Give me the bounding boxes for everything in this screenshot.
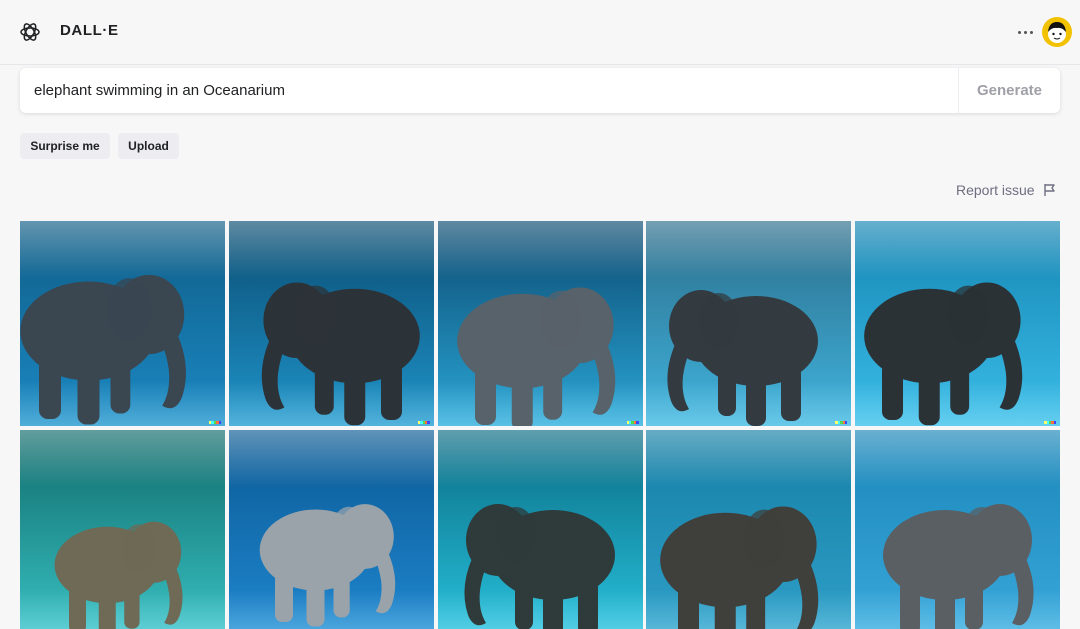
elephant-shape [900,580,921,629]
elephant-illustration [20,274,186,425]
user-avatar[interactable] [1042,17,1072,47]
dalle-watermark [1044,421,1057,424]
more-options-button[interactable] [1014,22,1036,42]
app-title: DALL·E [60,22,119,39]
report-issue-link[interactable]: Report issue [956,180,1057,200]
elephant-shape [514,580,533,629]
elephant-shape [306,577,325,627]
elephant-shape [261,330,289,410]
more-horizontal-icon [1017,30,1021,34]
watermark-bar [845,421,848,424]
dalle-watermark [626,421,639,424]
elephant-shape [539,290,582,350]
elephant-shape [746,586,766,629]
elephant-shape [965,580,984,629]
avatar-illustration-icon [1048,22,1066,43]
watermark-bar [636,421,639,424]
generated-image[interactable] [228,221,434,426]
elephant-illustration [464,504,615,629]
elephant-shape [371,545,396,614]
generate-button[interactable]: Generate [958,68,1060,113]
elephant-illustration [883,504,1034,629]
elephant-shape [511,372,533,426]
elephant-shape [962,507,1003,563]
elephant-shape [935,585,956,629]
elephant-shape [39,358,61,419]
openai-logo-icon[interactable] [18,20,42,44]
generated-image[interactable] [646,430,852,629]
generated-image[interactable] [437,221,643,426]
elephant-shape [344,367,366,426]
elephant-shape [98,590,116,629]
elephant-shape [678,586,700,629]
elephant-shape [587,335,615,415]
elephant-shape [950,362,970,415]
elephant-shape [464,550,490,626]
generated-image[interactable] [855,221,1061,426]
elephant-shape [495,507,536,563]
elephant-shape [791,554,819,629]
elephant-shape [699,293,740,349]
dalle-watermark [209,421,222,424]
elephant-shape [1008,550,1034,626]
elephant-shape [160,560,183,625]
elephant-shape [314,362,334,415]
report-issue-label: Report issue [956,182,1035,198]
elephant-illustration [54,521,183,629]
upload-button[interactable]: Upload [118,133,179,159]
elephant-shape [77,364,100,425]
generated-image[interactable] [20,430,225,629]
generated-image[interactable] [437,430,643,629]
elephant-shape [542,585,563,629]
prompt-input[interactable] [20,68,958,113]
image-results-grid [20,221,1061,629]
top-bar: DALL·E [0,0,1080,65]
elephant-illustration [456,287,615,426]
elephant-shape [918,367,940,426]
elephant-shape [542,367,562,420]
dalle-watermark [835,421,848,424]
elephant-illustration [259,504,396,627]
elephant-shape [380,362,402,420]
dalle-watermark [417,421,430,424]
watermark-bar [1053,421,1057,424]
elephant-shape [330,506,367,558]
elephant-illustration [660,506,819,629]
elephant-shape [995,330,1023,410]
generated-image[interactable] [646,221,852,426]
elephant-illustration [261,282,420,426]
elephant-shape [474,367,496,425]
elephant-shape [294,285,337,345]
elephant-shape [715,591,737,629]
elephant-shape [110,358,131,414]
elephant-shape [667,336,694,412]
prompt-bar: Generate [20,68,1060,113]
elephant-shape [157,325,186,409]
elephant-shape [882,362,904,420]
elephant-shape [121,524,156,572]
elephant-shape [107,278,152,340]
elephant-shape [69,586,86,629]
elephant-shape [333,572,350,618]
generated-image[interactable] [228,430,434,629]
elephant-illustration [864,282,1023,426]
surprise-me-button[interactable]: Surprise me [20,133,110,159]
elephant-shape [743,509,786,569]
generated-image[interactable] [855,430,1061,629]
elephant-shape [718,366,737,416]
generated-image[interactable] [20,221,225,426]
elephant-shape [274,572,293,622]
watermark-bar [218,421,222,424]
elephant-shape [947,285,990,345]
watermark-bar [427,421,430,424]
elephant-shape [577,580,598,629]
elephant-illustration [667,290,819,426]
elephant-shape [781,366,802,421]
flag-icon [1043,184,1055,196]
elephant-shape [746,371,767,426]
elephant-shape [124,586,140,629]
